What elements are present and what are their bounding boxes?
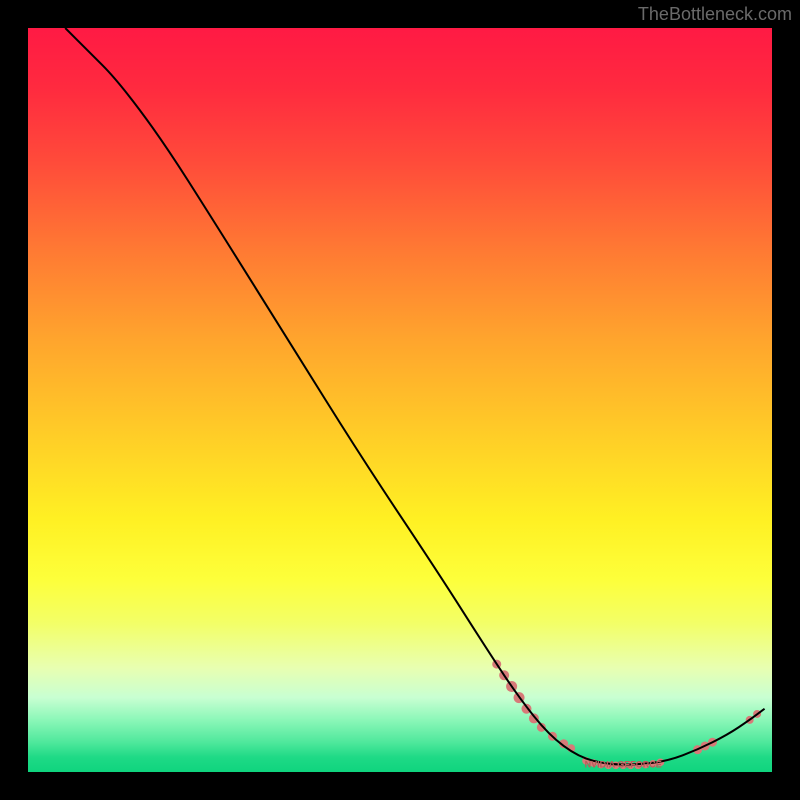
- chart-area: NVIDIA GEFORCE: [28, 28, 772, 772]
- cluster-label: NVIDIA GEFORCE: [585, 760, 662, 770]
- curve-line: [65, 28, 764, 765]
- chart-svg: NVIDIA GEFORCE: [28, 28, 772, 772]
- watermark-text: TheBottleneck.com: [638, 4, 792, 25]
